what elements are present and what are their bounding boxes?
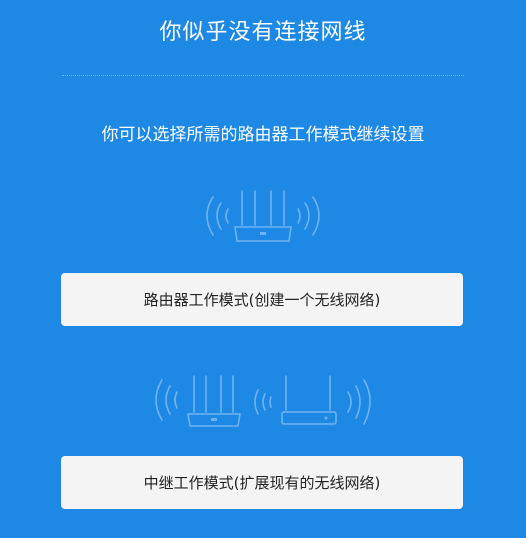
page-subtitle: 你可以选择所需的路由器工作模式继续设置 xyxy=(101,125,425,145)
router-mode-button[interactable]: 路由器工作模式(创建一个无线网络) xyxy=(61,273,463,326)
repeater-mode-button[interactable]: 中继工作模式(扩展现有的无线网络) xyxy=(61,456,463,509)
repeater-wifi-icon xyxy=(150,368,376,434)
page-title: 你似乎没有连接网线 xyxy=(159,20,367,45)
divider xyxy=(62,75,464,76)
router-wifi-icon xyxy=(193,185,333,250)
